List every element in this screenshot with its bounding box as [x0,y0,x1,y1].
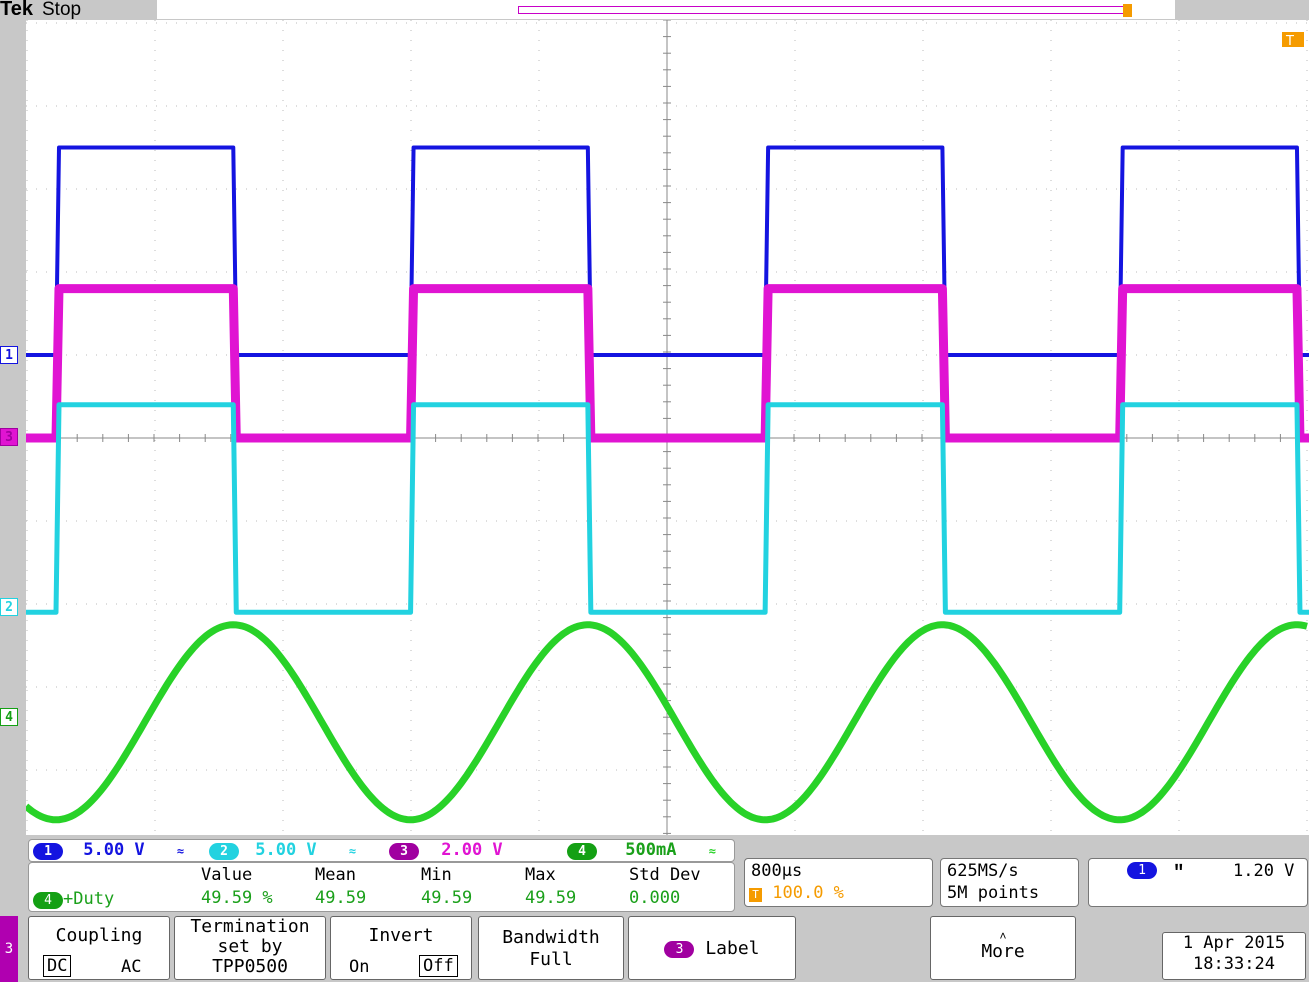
measurement-panel[interactable]: Value Mean Min Max Std Dev 4 +Duty 49.59 … [28,862,735,912]
meas-header-value: Value [201,865,253,885]
meas-header-min: Min [421,865,452,885]
ch4-readout[interactable]: 4 500mA ≈ [567,840,716,860]
invert-label: Invert [368,925,434,946]
termination-line1: Termination [190,916,310,937]
ch2-badge: 2 [209,843,239,860]
meas-header-max: Max [525,865,556,885]
meas-max: 49.59 [525,888,577,908]
waveform-display: T [0,19,1309,835]
bandwidth-label: Bandwidth [502,927,600,948]
coupling-button[interactable]: Coupling DC AC [28,916,170,980]
falling-edge-icon: ʺ [1173,861,1185,883]
trigger-letter: T [1285,34,1294,49]
coupling-ac[interactable]: AC [121,957,141,977]
meas-mean: 49.59 [315,888,367,908]
ch1-ground-marker[interactable]: 1 [0,346,18,364]
ch4-scale: 500mA [625,840,677,860]
graticule-and-waveforms: T [0,19,1309,835]
ch4-badge: 4 [567,843,597,860]
more-up-arrow-icon: ˄ [999,929,1007,943]
meas-header-std: Std Dev [629,865,701,885]
ch1-badge: 1 [33,843,63,860]
date-time-display: 1 Apr 2015 18:33:24 [1162,932,1306,980]
channel-marker-strip: 1 3 2 4 [0,20,26,835]
brand-logo: Tek [0,0,33,20]
trigger-source-badge: 1 [1127,862,1157,879]
date: 1 Apr 2015 [1182,933,1286,953]
ch3-badge: 3 [389,843,419,860]
trigger-position-marker [1123,4,1132,17]
ch3-scale: 2.00 V [441,840,503,860]
ch2-scale: 5.00 V [255,840,317,860]
termination-line3: TPP0500 [212,956,288,977]
ch1-readout[interactable]: 1 5.00 V ≈ [33,840,185,860]
acquisition-readout[interactable]: 625MS/s 5M points [940,858,1079,907]
trigger-readout[interactable]: 1 ʺ 1.20 V [1088,858,1308,907]
time: 18:33:24 [1193,954,1275,974]
trigger-pos-value: 100.0 % [772,883,844,903]
ch4-ground-marker[interactable]: 4 [0,708,18,726]
record-view-bar [157,0,1175,19]
invert-on[interactable]: On [349,957,369,977]
bandwidth-value: Full [529,949,573,970]
meas-std: 0.000 [629,888,681,908]
record-window-indicator [518,6,1128,14]
label-text: Label [705,938,760,959]
channel-bottom-menu: 3 Coupling DC AC Termination set by TPP0… [0,912,1309,982]
bandwidth-button[interactable]: Bandwidth Full [478,916,624,980]
more-label: More [981,941,1025,962]
ch2-ground-marker[interactable]: 2 [0,598,18,616]
acquisition-status: Stop [42,0,82,20]
meas-name: +Duty [63,889,115,909]
trigger-position-readout: T 100.0 % [749,883,844,903]
ch2-readout[interactable]: 2 5.00 V ≈ [209,840,357,860]
meas-source-badge: 4 [33,892,63,909]
label-button[interactable]: 3 Label [628,916,796,980]
meas-min: 49.59 [421,888,473,908]
ch1-scale: 5.00 V [83,840,145,860]
menu-channel-tab: 3 [0,916,18,982]
trigger-level: 1.20 V [1233,861,1295,881]
termination-button[interactable]: Termination set by TPP0500 [174,916,326,980]
meas-source: 4 +Duty [33,889,114,909]
channel-readout-bar: 1 5.00 V ≈ 2 5.00 V ≈ 3 2.00 V 4 500mA ≈ [28,839,735,862]
coupling-label: Coupling [55,925,143,946]
record-length: 5M points [947,883,1040,903]
top-status-bar: Tek Stop [0,0,1309,20]
ch2-bw-icon: ≈ [348,844,357,858]
ch3-ground-marker[interactable]: 3 [0,428,18,446]
timebase-scale: 800µs [751,861,803,881]
ch4-bw-icon: ≈ [708,844,716,858]
more-button[interactable]: ˄ More [930,916,1076,980]
meas-header-mean: Mean [315,865,356,885]
ch3-readout[interactable]: 3 2.00 V [389,840,503,860]
invert-button[interactable]: Invert On Off [330,916,472,980]
trigger-pos-icon: T [749,888,762,902]
label-channel-badge: 3 [664,940,695,958]
termination-line2: set by [217,936,283,957]
trigger-time-marker: T [1282,32,1304,49]
meas-value: 49.59 % [201,888,273,908]
sample-rate: 625MS/s [947,861,1019,881]
ch1-bw-icon: ≈ [176,844,185,858]
timebase-readout[interactable]: 800µs T 100.0 % [744,858,933,907]
coupling-dc[interactable]: DC [43,955,72,977]
invert-off[interactable]: Off [419,955,458,977]
